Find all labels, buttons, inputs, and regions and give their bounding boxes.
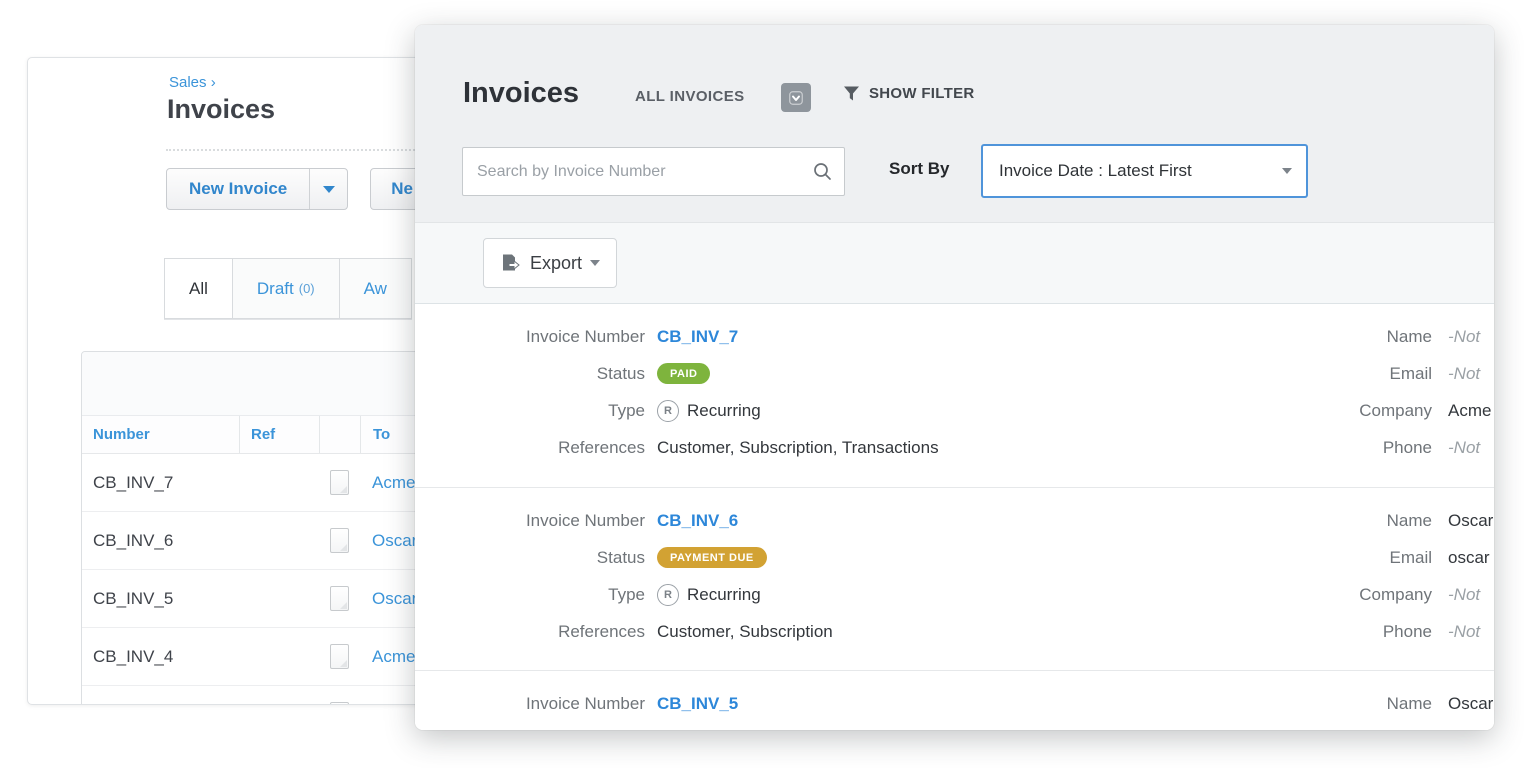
col-header-attachment: [319, 416, 360, 453]
recurring-icon: [657, 400, 679, 422]
export-icon: [500, 253, 521, 274]
phone-value: -Not: [1448, 438, 1480, 458]
customer-link[interactable]: Oscar: [372, 705, 417, 706]
invoices-detail-panel: Invoices ALL INVOICES SHOW FILTER: [415, 25, 1494, 730]
field-label: Company: [1332, 401, 1432, 421]
chevron-down-icon: [789, 91, 803, 105]
caret-down-icon: [323, 186, 335, 193]
sort-by-label: Sort By: [889, 159, 949, 179]
invoice-entries: Invoice Number CB_INV_7 Status PAID Type Re…: [415, 304, 1494, 730]
field-label: Status: [463, 548, 645, 568]
invoice-number-link[interactable]: CB_INV_7: [657, 327, 738, 347]
references-value: Customer, Subscription: [657, 622, 833, 642]
new-invoice-label[interactable]: New Invoice: [167, 169, 309, 209]
sort-select[interactable]: Invoice Date : Latest First: [981, 144, 1308, 198]
field-label: Email: [1332, 548, 1432, 568]
field-label: Name: [1332, 511, 1432, 531]
field-label: Company: [1332, 585, 1432, 605]
show-filter-button[interactable]: SHOW FILTER: [843, 85, 975, 102]
tab-awaiting[interactable]: Aw: [340, 258, 412, 319]
field-label: Status: [463, 364, 645, 384]
invoice-search-box[interactable]: [462, 147, 845, 196]
recurring-icon: [657, 584, 679, 606]
status-badge: PAID: [657, 363, 710, 384]
panel-toolbar: Export: [415, 223, 1494, 304]
filter-funnel-icon: [843, 85, 860, 102]
field-label: Type: [463, 401, 645, 421]
status-badge: PAYMENT DUE: [657, 547, 767, 568]
references-value: Customer, Subscription, Transactions: [657, 438, 939, 458]
customer-link[interactable]: Oscar: [372, 531, 417, 551]
document-icon: [330, 702, 349, 705]
email-value: -Not: [1448, 364, 1480, 384]
customer-link[interactable]: Acme: [372, 473, 415, 493]
field-label: Name: [1332, 327, 1432, 347]
document-icon: [330, 586, 349, 611]
view-selector-label[interactable]: ALL INVOICES: [635, 88, 745, 105]
new-invoice-dropdown[interactable]: [309, 169, 347, 209]
field-label: Name: [1332, 694, 1432, 714]
invoice-entry[interactable]: Invoice Number CB_INV_6 Status PAYMENT DUE…: [415, 487, 1494, 670]
breadcrumb[interactable]: Sales ›: [169, 74, 216, 91]
field-label: References: [463, 622, 645, 642]
customer-link[interactable]: Oscar: [372, 589, 417, 609]
name-value: -Not: [1448, 327, 1480, 347]
document-icon: [330, 470, 349, 495]
tab-all[interactable]: All: [164, 258, 233, 319]
phone-value: -Not: [1448, 622, 1480, 642]
field-label: Phone: [1332, 438, 1432, 458]
field-label: Invoice Number: [463, 694, 645, 714]
field-label: Invoice Number: [463, 511, 645, 531]
field-label: Email: [1332, 364, 1432, 384]
col-header-number[interactable]: Number: [82, 416, 239, 453]
invoice-number-link[interactable]: CB_INV_5: [657, 694, 738, 714]
company-value: Acme: [1448, 401, 1491, 421]
view-selector-dropdown-button[interactable]: [781, 83, 811, 112]
caret-down-icon: [1282, 168, 1292, 174]
email-value: oscar: [1448, 548, 1490, 568]
name-value: Oscar: [1448, 694, 1493, 714]
customer-link[interactable]: Acme: [372, 647, 415, 667]
field-label: Phone: [1332, 622, 1432, 642]
invoice-tabs: All Draft (0) Aw: [164, 258, 412, 320]
caret-down-icon: [590, 260, 600, 266]
field-label: Type: [463, 585, 645, 605]
invoice-entry[interactable]: Invoice NumberCB_INV_5 StatusPAYMENT DUE…: [415, 670, 1494, 730]
invoice-number-link[interactable]: CB_INV_6: [657, 511, 738, 531]
field-label: Invoice Number: [463, 327, 645, 347]
tab-draft[interactable]: Draft (0): [233, 258, 340, 319]
document-icon: [330, 528, 349, 553]
col-header-ref[interactable]: Ref: [239, 416, 319, 453]
name-value: Oscar: [1448, 511, 1493, 531]
field-label: References: [463, 438, 645, 458]
search-input[interactable]: [477, 163, 813, 181]
export-button[interactable]: Export: [483, 238, 617, 288]
tab-draft-count: (0): [299, 281, 315, 296]
invoice-entry[interactable]: Invoice Number CB_INV_7 Status PAID Type Re…: [415, 304, 1494, 487]
page: Sales › Invoices New Invoice Ne All Draf…: [0, 0, 1524, 768]
document-icon: [330, 644, 349, 669]
company-value: -Not: [1448, 585, 1480, 605]
new-invoice-button[interactable]: New Invoice: [166, 168, 348, 210]
panel-title: Invoices: [463, 77, 579, 110]
panel-header: Invoices ALL INVOICES SHOW FILTER: [415, 25, 1494, 223]
search-icon[interactable]: [813, 162, 832, 181]
page-title: Invoices: [167, 94, 275, 125]
